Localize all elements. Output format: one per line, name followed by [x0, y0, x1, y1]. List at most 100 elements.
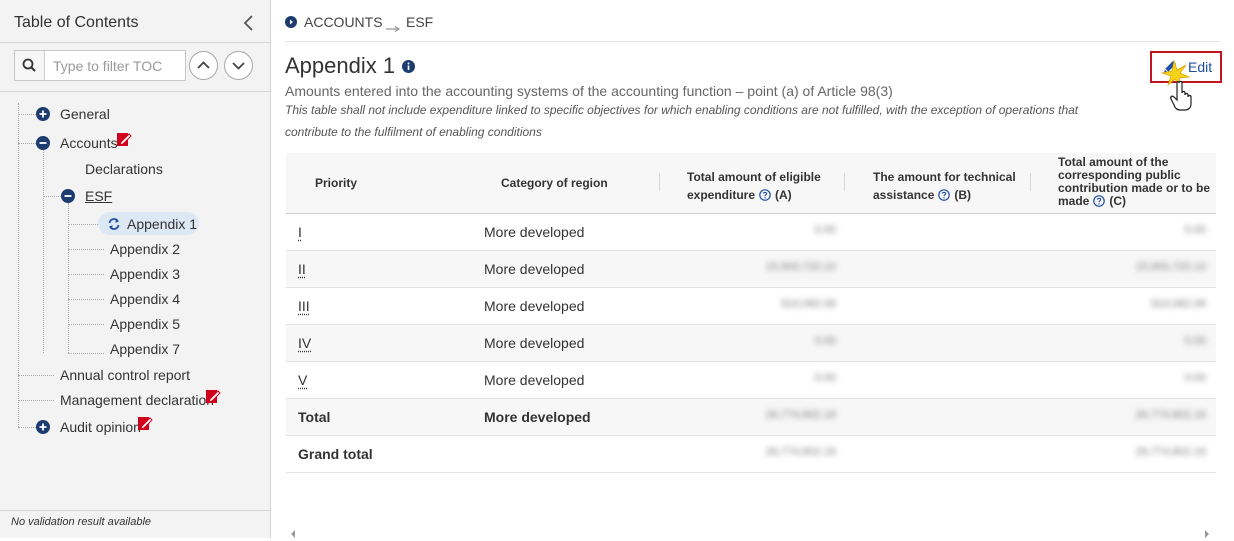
header-public: Total amount of the corresponding public… [1058, 156, 1216, 208]
toc-sidebar: Table of Contents General Accounts [0, 0, 271, 538]
divider [0, 510, 270, 511]
toc-item-appendix-7[interactable]: Appendix 7 [110, 340, 180, 358]
search-icon [15, 51, 45, 80]
header-b-suffix: (B) [954, 188, 971, 202]
tree-line [68, 353, 104, 354]
toc-item-accounts[interactable]: Accounts [60, 134, 118, 152]
toc-filter [14, 50, 186, 81]
toc-item-general[interactable]: General [60, 105, 110, 123]
toc-title: Table of Contents [14, 14, 139, 32]
region-cell: More developed [484, 372, 584, 388]
toc-item-appendix-5[interactable]: Appendix 5 [110, 315, 180, 333]
amount-a-cell: 0.00 [815, 224, 836, 236]
amount-a-cell: 0.00 [815, 335, 836, 347]
play-circle-icon [285, 15, 297, 27]
scroll-right-icon[interactable] [1204, 525, 1210, 533]
amount-c-cell: 0.00 [1185, 224, 1206, 236]
divider [0, 91, 270, 92]
collapse-minus-icon[interactable] [36, 136, 50, 150]
help-icon[interactable] [759, 188, 771, 200]
toc-filter-input[interactable] [46, 51, 185, 80]
priority-link[interactable]: II [298, 261, 306, 277]
grand-total-row: Grand total 26,774,802.16 26,774,802.16 [286, 436, 1216, 473]
info-icon[interactable] [402, 60, 415, 73]
amount-a-cell: 26,774,802.16 [766, 446, 836, 458]
scroll-left-icon[interactable] [290, 525, 296, 533]
breadcrumb-accounts[interactable]: ACCOUNTS [304, 14, 383, 30]
chevron-down-icon[interactable] [224, 51, 253, 80]
page-title: Appendix 1 [285, 53, 395, 79]
amount-a-cell: 26,774,802.16 [766, 409, 836, 421]
edit-flag-icon [137, 416, 153, 432]
amount-c-cell: 15,900,720.10 [1136, 261, 1206, 273]
table-row: III More developed 914,082.06 914,082.06 [286, 288, 1216, 325]
region-cell: More developed [484, 335, 584, 351]
horizontal-scrollbar[interactable] [286, 521, 1216, 535]
header-total-eligible-text: Total amount of eligible expenditure [687, 170, 821, 202]
amount-c-cell: 26,774,802.16 [1136, 446, 1206, 458]
amount-a-cell: 914,082.06 [781, 298, 836, 310]
tree-line [18, 103, 19, 427]
toc-item-appendix-2[interactable]: Appendix 2 [110, 240, 180, 258]
amount-a-cell: 15,900,720.10 [766, 261, 836, 273]
tree-line [68, 299, 104, 300]
column-separator [1030, 173, 1031, 191]
chevron-up-icon[interactable] [189, 51, 218, 80]
tree-line [18, 143, 36, 144]
edit-flag-icon [116, 132, 132, 148]
header-public-text: Total amount of the corresponding public… [1058, 155, 1210, 208]
column-separator [659, 173, 660, 191]
toc-item-annual-control-report[interactable]: Annual control report [60, 366, 190, 384]
divider [285, 41, 1220, 42]
region-cell: More developed [484, 298, 584, 314]
expand-plus-icon[interactable] [36, 107, 50, 121]
toc-item-audit-opinion[interactable]: Audit opinion [60, 418, 141, 436]
total-label: Total [298, 409, 330, 425]
expand-plus-icon[interactable] [36, 420, 50, 434]
tree-line [68, 249, 104, 250]
tree-line [18, 400, 54, 401]
amount-a-cell: 0.00 [815, 372, 836, 384]
amount-c-cell: 0.00 [1185, 372, 1206, 384]
tree-line [18, 427, 36, 428]
table-row: I More developed 0.00 0.00 [286, 214, 1216, 251]
header-priority: Priority [315, 177, 357, 190]
help-icon[interactable] [1093, 195, 1105, 207]
priority-link[interactable]: III [298, 298, 310, 314]
region-cell: More developed [484, 409, 591, 425]
tree-line [18, 114, 36, 115]
help-icon[interactable] [938, 188, 950, 200]
tree-line [68, 274, 104, 275]
header-a-suffix: (A) [775, 188, 792, 202]
toc-item-appendix-1[interactable]: Appendix 1 [127, 215, 197, 233]
collapse-minus-icon[interactable] [61, 189, 75, 203]
toc-item-appendix-3[interactable]: Appendix 3 [110, 265, 180, 283]
toc-item-esf[interactable]: ESF [85, 187, 112, 205]
tree-line [43, 196, 61, 197]
toc-item-declarations[interactable]: Declarations [85, 160, 163, 178]
priority-link[interactable]: V [298, 372, 307, 388]
region-cell: More developed [484, 224, 584, 240]
toc-item-appendix-4[interactable]: Appendix 4 [110, 290, 180, 308]
grand-total-label: Grand total [298, 446, 373, 462]
table-row: II More developed 15,900,720.10 15,900,7… [286, 251, 1216, 288]
column-separator [844, 173, 845, 191]
header-total-eligible: Total amount of eligible expenditure (A) [687, 168, 837, 204]
page-note: This table shall not include expenditure… [285, 99, 1105, 143]
breadcrumb-esf[interactable]: ESF [406, 14, 433, 30]
total-row: Total More developed 26,774,802.16 26,77… [286, 399, 1216, 436]
tree-line [18, 375, 54, 376]
region-cell: More developed [484, 261, 584, 277]
header-c-suffix: (C) [1109, 194, 1126, 208]
header-category: Category of region [501, 177, 608, 190]
hand-pointer-icon [1160, 59, 1200, 111]
table-row: IV More developed 0.00 0.00 [286, 325, 1216, 362]
chevron-left-icon[interactable] [240, 12, 258, 34]
tree-line [68, 203, 69, 353]
toc-item-management-declaration[interactable]: Management declaration [60, 391, 214, 409]
amount-c-cell: 0.00 [1185, 335, 1206, 347]
priority-link[interactable]: IV [298, 335, 311, 351]
priority-link[interactable]: I [298, 224, 302, 240]
divider [0, 42, 270, 43]
appendix-table: Priority Category of region Total amount… [286, 153, 1216, 538]
